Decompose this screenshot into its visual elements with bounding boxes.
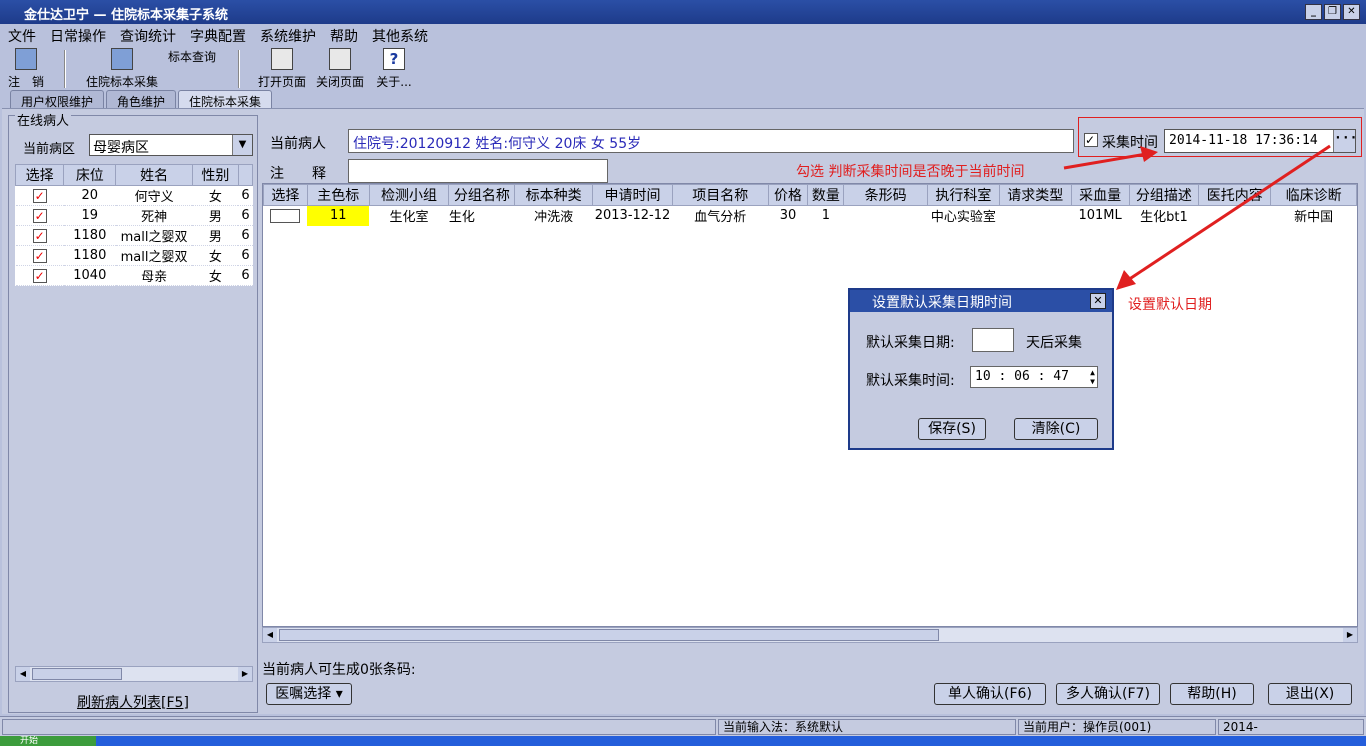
arrowhead	[1116, 270, 1136, 290]
status-user: 当前用户：操作员(001)	[1018, 719, 1216, 735]
status-date: 2014-	[1218, 719, 1364, 735]
annotation-arrows	[1063, 144, 1331, 290]
default-date-label: 默认采集日期:	[866, 335, 955, 351]
taskbar: 开始	[0, 736, 1366, 746]
default-date-input[interactable]	[972, 328, 1014, 352]
default-time-label: 默认采集时间:	[866, 373, 955, 389]
status-ime: 当前输入法：系统默认	[718, 719, 1016, 735]
save-button[interactable]: 保存(S)	[918, 418, 986, 440]
start-button[interactable]: 开始	[0, 736, 96, 746]
arrow-down-annotation	[1127, 144, 1331, 282]
arrow-right-annotation	[1063, 152, 1147, 170]
close-icon[interactable]: ✕	[1090, 293, 1106, 309]
arrowhead	[1140, 146, 1158, 162]
default-datetime-dialog: 设置默认采集日期时间 ✕ 默认采集日期: 天后采集 默认采集时间: 10 : 0…	[848, 288, 1114, 450]
default-time-input[interactable]: 10 : 06 : 47 ▲ ▼	[970, 366, 1098, 388]
annotation-text: 设置默认日期	[1128, 297, 1212, 313]
clear-button[interactable]: 清除(C)	[1014, 418, 1098, 440]
main-window: 金仕达卫宁 — 住院标本采集子系统 _ ❐ ✕ 文件 日常操作 查询统计 字典配…	[0, 0, 1366, 746]
status-bar: 当前输入法：系统默认 当前用户：操作员(001) 2014-	[0, 716, 1366, 736]
spin-updown-icon[interactable]: ▲ ▼	[1090, 368, 1095, 386]
dialog-title-bar: 设置默认采集日期时间 ✕	[850, 290, 1112, 312]
date-suffix-label: 天后采集	[1026, 335, 1082, 351]
